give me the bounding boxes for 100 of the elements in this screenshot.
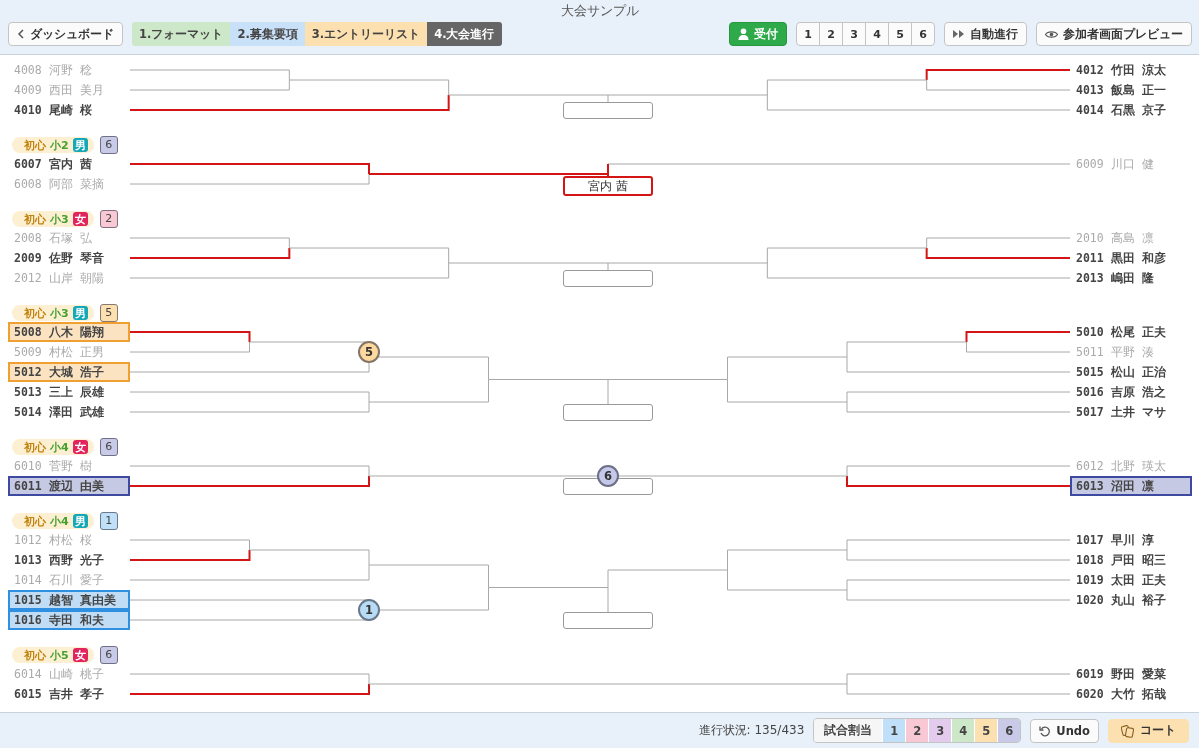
court-button[interactable]: 4	[865, 22, 889, 46]
court-button[interactable]: 1	[796, 22, 820, 46]
entry-name: 早川 淳	[1110, 532, 1154, 548]
dashboard-button[interactable]: ダッシュボード	[8, 22, 123, 46]
fast-forward-icon	[953, 30, 965, 38]
category-label: 初心 小3 女	[12, 211, 94, 227]
entry-name: 石川 愛子	[48, 572, 104, 588]
court-assign-button[interactable]: 4	[951, 719, 975, 742]
category-label: 初心 小2 男	[12, 137, 94, 153]
entry-name: 松尾 正夫	[1110, 324, 1166, 340]
eye-icon	[1045, 29, 1058, 39]
court-badge: 6	[99, 646, 118, 664]
step-tab[interactable]: 2.募集要項	[230, 22, 305, 46]
court-button[interactable]: 6	[911, 22, 935, 46]
entry-name: 寺田 和夫	[48, 612, 104, 628]
court-assign-button[interactable]: 1	[882, 719, 906, 742]
court-button[interactable]: 2	[819, 22, 843, 46]
entry-name: 竹田 涼太	[1110, 62, 1166, 78]
entry-number: 5014	[14, 405, 42, 419]
entry-highlight[interactable]: 1015 越智 真由美	[8, 590, 130, 610]
entry-name: 山崎 桃子	[48, 666, 104, 682]
entry-number: 5017	[1076, 405, 1104, 419]
court-marker[interactable]: 5	[358, 341, 380, 363]
entry-highlight[interactable]: 5012 大城 浩子	[8, 362, 130, 382]
entry-number: 2008	[14, 231, 42, 245]
person-icon	[738, 28, 749, 40]
entry-name: 村松 桜	[48, 532, 92, 548]
entry-number: 1013	[14, 553, 42, 567]
auto-advance-button[interactable]: 自動進行	[944, 22, 1027, 46]
match-assign-button[interactable]: 試合割当	[814, 719, 883, 742]
court-badge: 6	[99, 136, 118, 154]
entry-name: 平野 湊	[1110, 344, 1154, 360]
undo-button[interactable]: Undo	[1030, 718, 1099, 743]
court-assign-button[interactable]: 2	[905, 719, 929, 742]
entry-number: 4012	[1076, 63, 1104, 77]
entry-name: 松山 正治	[1110, 364, 1166, 380]
entry-highlight[interactable]: 5008 八木 陽翔	[8, 322, 130, 342]
step-tab[interactable]: 3.エントリーリスト	[304, 22, 428, 46]
entry-number: 1017	[1076, 533, 1104, 547]
entry-number: 5016	[1076, 385, 1104, 399]
entry-highlight[interactable]: 6011 渡辺 由美	[8, 476, 130, 496]
entry-number: 1015	[14, 593, 42, 607]
entry-number: 4009	[14, 83, 42, 97]
entry-name: 太田 正夫	[1110, 572, 1166, 588]
category-label: 初心 小4 女	[12, 439, 94, 455]
entry-highlight[interactable]: 1016 寺田 和夫	[8, 610, 130, 630]
entry-name: 西田 美月	[48, 82, 104, 98]
entry-name: 越智 真由美	[48, 592, 116, 608]
entry-number: 2009	[14, 251, 42, 265]
entry-number: 1018	[1076, 553, 1104, 567]
preview-button[interactable]: 参加者画面プレビュー	[1036, 22, 1192, 46]
entry-name: 川口 健	[1110, 156, 1154, 172]
court-badge: 6	[99, 438, 118, 456]
court-button[interactable]: 5	[888, 22, 912, 46]
step-tab[interactable]: 4.大会進行	[427, 22, 502, 46]
entry-name: 飯島 正一	[1110, 82, 1166, 98]
entry-number: 2012	[14, 271, 42, 285]
entry-number: 4013	[1076, 83, 1104, 97]
entry-name: 三上 辰雄	[48, 384, 104, 400]
entry-number: 2011	[1076, 251, 1104, 265]
court-assign-button[interactable]: 3	[928, 719, 952, 742]
entry-number: 6020	[1076, 687, 1104, 701]
entry-name: 阿部 菜摘	[48, 176, 104, 192]
cards-icon	[1121, 723, 1135, 738]
entry-name: 石塚 弘	[48, 230, 92, 246]
court-marker[interactable]: 6	[597, 465, 619, 487]
court-button[interactable]: 3	[842, 22, 866, 46]
court-assign-button[interactable]: 6	[997, 719, 1021, 742]
entry-name: 尾崎 桜	[48, 102, 92, 118]
entry-number: 6019	[1076, 667, 1104, 681]
court-button[interactable]: コート	[1108, 718, 1189, 743]
entry-number: 6009	[1076, 157, 1104, 171]
progress-status: 進行状況: 135/433	[698, 722, 805, 739]
entry-number: 6014	[14, 667, 42, 681]
entry-number: 5010	[1076, 325, 1104, 339]
entry-name: 村松 正男	[48, 344, 104, 360]
entry-name: 丸山 裕子	[1110, 592, 1166, 608]
court-marker[interactable]: 1	[358, 599, 380, 621]
entry-name: 北野 瑛太	[1110, 458, 1166, 474]
entry-number: 1019	[1076, 573, 1104, 587]
entry-number: 6007	[14, 157, 42, 171]
court-assign-button[interactable]: 5	[974, 719, 998, 742]
category-label: 初心 小3 男	[12, 305, 94, 321]
entry-name: 澤田 武雄	[48, 404, 104, 420]
step-tab[interactable]: 1.フォーマット	[132, 22, 231, 46]
entry-number: 6010	[14, 459, 42, 473]
chevron-left-icon	[17, 29, 25, 39]
entry-number: 6012	[1076, 459, 1104, 473]
entry-name: 高島 凛	[1110, 230, 1154, 246]
entry-name: 嶋田 隆	[1110, 270, 1154, 286]
entry-highlight[interactable]: 6013 沼田 凛	[1070, 476, 1192, 496]
entry-name: 渡辺 由美	[48, 478, 104, 494]
court-badge: 5	[99, 304, 118, 322]
entry-number: 6013	[1076, 479, 1104, 493]
entry-number: 5012	[14, 365, 42, 379]
entry-name: 河野 稔	[48, 62, 92, 78]
entry-name: 大竹 拓哉	[1110, 686, 1166, 702]
entry-number: 6011	[14, 479, 42, 493]
entry-name: 山岸 朝陽	[48, 270, 104, 286]
entry-number: 2010	[1076, 231, 1104, 245]
